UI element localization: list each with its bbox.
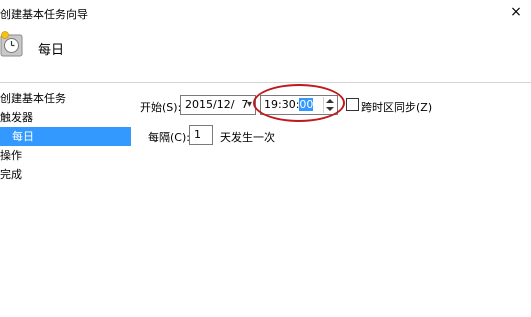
spin-up-icon[interactable] xyxy=(326,99,334,103)
start-time-seconds-selected[interactable]: 00 xyxy=(299,98,314,111)
start-time-value: 19:30:00 xyxy=(264,98,314,111)
interval-input[interactable]: 1 xyxy=(189,125,213,145)
close-button[interactable]: × xyxy=(505,2,527,22)
chevron-down-icon[interactable]: ▾ xyxy=(247,99,252,110)
interval-value: 1 xyxy=(194,128,201,141)
wizard-header: 每日 xyxy=(0,26,531,68)
start-label: 开始(S): xyxy=(140,101,182,114)
start-time-picker[interactable]: 19:30:00 xyxy=(260,95,338,115)
start-time-prefix: 19:30: xyxy=(264,98,300,111)
nav-item-finish[interactable]: 完成 xyxy=(0,165,131,184)
clock-icon xyxy=(0,31,23,57)
interval-label: 每隔(C): xyxy=(148,131,190,144)
nav-item-action[interactable]: 操作 xyxy=(0,146,131,165)
task-wizard-window: 创建基本任务向导 × 每日 创建基本任务 触发器 每日 操作 完成 开始(S):… xyxy=(0,0,531,317)
sync-timezone-label: 跨时区同步(Z) xyxy=(361,101,433,114)
window-title: 创建基本任务向导 xyxy=(0,8,88,21)
wizard-steps-nav: 创建基本任务 触发器 每日 操作 完成 xyxy=(0,89,131,184)
time-spinner[interactable] xyxy=(323,97,336,113)
start-date-picker[interactable]: 2015/12/ 7 ▾ xyxy=(180,95,256,115)
page-title: 每日 xyxy=(38,43,65,58)
spin-down-icon[interactable] xyxy=(326,107,334,111)
nav-item-daily[interactable]: 每日 xyxy=(0,127,131,146)
title-bar: 创建基本任务向导 × xyxy=(0,0,531,26)
nav-item-create-basic-task[interactable]: 创建基本任务 xyxy=(0,89,131,108)
nav-item-trigger[interactable]: 触发器 xyxy=(0,108,131,127)
interval-suffix: 天发生一次 xyxy=(220,131,275,144)
header-divider xyxy=(0,82,531,83)
sync-timezone-checkbox[interactable] xyxy=(346,98,359,111)
start-date-value: 2015/12/ 7 xyxy=(185,98,249,111)
